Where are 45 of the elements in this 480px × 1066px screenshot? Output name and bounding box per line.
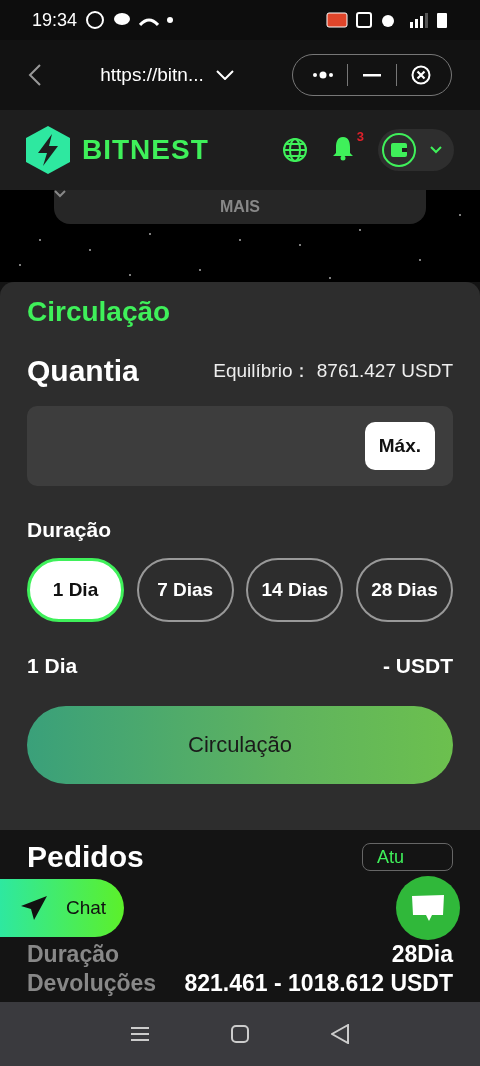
menu-icon[interactable] xyxy=(131,1026,149,1042)
summary-days: 1 Dia xyxy=(27,654,78,678)
more-menu[interactable]: MAIS xyxy=(54,190,426,224)
duration-option[interactable]: 1 Dia xyxy=(27,558,124,622)
message-icon xyxy=(113,12,132,28)
order-label: Duração xyxy=(27,941,120,968)
duration-label: Duração xyxy=(27,518,113,542)
duration-option[interactable]: 14 Dias xyxy=(246,558,344,622)
amount-field[interactable]: Máx. xyxy=(27,406,453,486)
home-icon[interactable] xyxy=(231,1025,249,1043)
dots-icon xyxy=(312,71,334,79)
logo-text: BITNEST xyxy=(82,134,209,166)
paper-plane-icon xyxy=(20,895,48,921)
chevron-down-icon[interactable] xyxy=(430,146,442,154)
order-value: 28Dia xyxy=(391,941,453,968)
chat-button[interactable]: Chat xyxy=(0,879,124,937)
dot-icon xyxy=(167,17,174,23)
duration-option[interactable]: 28 Dias xyxy=(355,558,453,622)
wallet-icon xyxy=(391,143,407,157)
lightning-hexagon-icon xyxy=(26,126,70,174)
notification-count: 3 xyxy=(356,129,364,144)
order-label: Devoluções xyxy=(27,970,157,997)
back-icon[interactable] xyxy=(28,63,42,87)
close-icon xyxy=(411,65,431,85)
balance-text: Equilíbrio： 8761.427 USDT xyxy=(213,359,453,383)
refresh-button[interactable]: Atu xyxy=(362,843,453,871)
cast-icon xyxy=(326,12,348,28)
order-value: 821.461 - 1018.612 USDT xyxy=(184,970,453,997)
back-icon[interactable] xyxy=(331,1024,349,1044)
form-title: Circulação xyxy=(27,296,172,328)
globe-icon[interactable] xyxy=(282,137,308,163)
submit-button[interactable]: Circulação xyxy=(27,706,453,784)
minus-icon xyxy=(363,73,381,77)
chevron-down-icon xyxy=(54,190,66,198)
speech-bubble-icon xyxy=(410,893,446,923)
duration-option[interactable]: 7 Dias xyxy=(136,558,234,622)
orders-title: Pedidos xyxy=(27,840,144,874)
url-text[interactable]: https://bitn... xyxy=(100,64,204,86)
summary-amount: - USDT xyxy=(383,654,453,678)
max-button[interactable]: Máx. xyxy=(364,422,435,470)
wallet-button[interactable] xyxy=(378,129,454,171)
bell-icon[interactable] xyxy=(332,135,354,161)
amount-label: Quantia xyxy=(27,354,139,388)
battery-icon xyxy=(436,11,448,29)
status-time: 19:34 xyxy=(32,9,78,31)
